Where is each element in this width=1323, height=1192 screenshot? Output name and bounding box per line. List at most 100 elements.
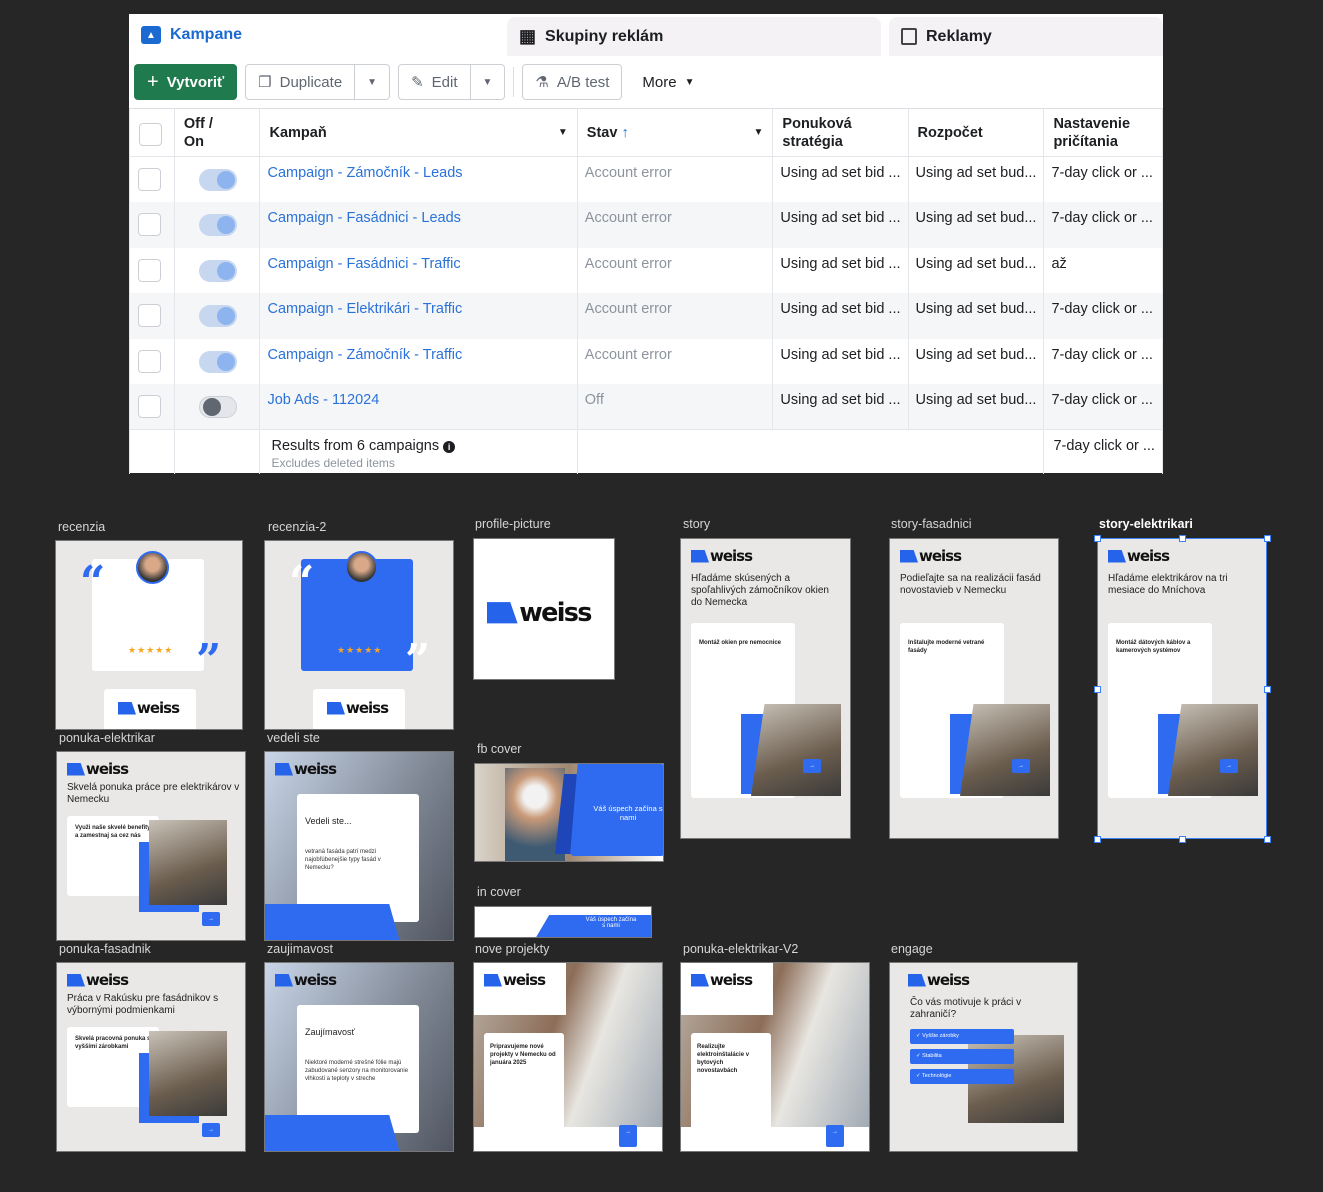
frame-label[interactable]: story-fasadnici	[891, 517, 972, 531]
more-button[interactable]: More ▼	[630, 64, 707, 100]
frame-label[interactable]: recenzia	[58, 520, 105, 534]
footer-summary: Results from 6 campaigns i Excludes delet…	[259, 429, 578, 474]
table-row[interactable]: Campaign - Zámočník - Leads Account erro…	[129, 156, 1163, 202]
campaign-name-link[interactable]: Campaign - Zámočník - Leads	[267, 165, 462, 181]
weiss-logo: weiss	[908, 971, 970, 989]
frame-label[interactable]: vedeli ste	[267, 731, 320, 745]
frame-ponuka-fasadnik[interactable]: weiss Práca v Rakúsku pre fasádnikov s vý…	[56, 962, 246, 1152]
frame-nove-projekty[interactable]: weiss Pripravujeme nové projekty v Nemec…	[473, 962, 663, 1152]
edit-button[interactable]: ✎ Edit	[398, 64, 471, 100]
frame-label[interactable]: zaujimavost	[267, 942, 333, 956]
ab-test-label: A/B test	[556, 73, 610, 91]
resize-handle[interactable]	[1094, 535, 1101, 542]
edit-split-button: ✎ Edit ▼	[398, 64, 506, 100]
campaign-name-link[interactable]: Campaign - Zámočník - Traffic	[267, 347, 462, 363]
frame-story[interactable]: weiss Hľadáme skúsených a spoľahlivých zá…	[680, 538, 851, 839]
campaign-name-link[interactable]: Job Ads - 112024	[267, 392, 379, 408]
frame-ponuka-elektrikar[interactable]: weiss Skvelá ponuka práce pre elektrikáro…	[56, 751, 246, 941]
row-checkbox[interactable]	[138, 395, 161, 418]
row-checkbox[interactable]	[138, 349, 161, 373]
campaign-name-link[interactable]: Campaign - Fasádnici - Leads	[267, 210, 460, 226]
select-all-checkbox[interactable]	[139, 122, 162, 146]
campaign-toggle[interactable]	[198, 305, 237, 327]
bid-text: Using ad set bid ...	[780, 255, 901, 272]
frame-in-cover[interactable]: Váš úspech začína s nami	[474, 906, 652, 938]
status-cell: Account error	[576, 293, 774, 339]
frame-engage[interactable]: weiss Čo vás motivuje k práci v zahraničí…	[889, 962, 1078, 1152]
row-checkbox[interactable]	[138, 213, 161, 236]
toolbar: + Vytvoriť ❐ Duplicate ▼ ✎ Edit ▼ ⚗ A/B test…	[134, 64, 707, 100]
caret-down-icon[interactable]: ▼	[754, 124, 764, 142]
bid-header[interactable]: Ponuková stratégia	[772, 108, 909, 157]
frame-label[interactable]: ponuka-elektrikar-V2	[683, 942, 798, 956]
header-label: Stav	[586, 124, 618, 141]
create-button[interactable]: + Vytvoriť	[134, 64, 238, 100]
toggle-cell	[173, 202, 261, 248]
campaign-toggle[interactable]	[198, 259, 237, 282]
frame-label[interactable]: recenzia-2	[268, 520, 326, 534]
frame-label[interactable]: in cover	[477, 885, 521, 899]
frame-label[interactable]: ponuka-fasadnik	[59, 942, 151, 956]
resize-handle[interactable]	[1264, 836, 1271, 843]
resize-handle[interactable]	[1094, 685, 1101, 693]
resize-handle[interactable]	[1179, 535, 1186, 542]
attribution-text: 7-day click or ...	[1051, 346, 1153, 363]
caret-down-icon[interactable]: ▼	[558, 124, 568, 142]
attribution-text: 7-day click or ...	[1051, 392, 1153, 408]
row-checkbox[interactable]	[138, 258, 161, 282]
campaign-toggle[interactable]	[198, 350, 237, 373]
frame-label[interactable]: story-elektrikari	[1099, 517, 1193, 531]
row-checkbox[interactable]	[138, 168, 161, 191]
duplicate-button[interactable]: ❐ Duplicate	[245, 64, 356, 100]
frame-label[interactable]: profile-picture	[475, 517, 551, 531]
status-cell: Off	[576, 384, 774, 430]
resize-handle[interactable]	[1264, 535, 1271, 542]
budget-text: Using ad set bud...	[915, 165, 1037, 181]
campaign-name-link[interactable]: Campaign - Fasádnici - Traffic	[267, 256, 460, 272]
info-card: Pripravujeme nové projekty v Nemecku od …	[484, 1033, 564, 1131]
frame-story-elektrikari[interactable]: weiss Hľadáme elektrikárov na tri mesiace…	[1094, 535, 1271, 843]
ab-test-button[interactable]: ⚗ A/B test	[522, 64, 623, 100]
edit-dropdown[interactable]: ▼	[470, 64, 506, 100]
tab-reklamy[interactable]: Reklamy	[889, 17, 1163, 56]
resize-handle[interactable]	[1264, 685, 1271, 693]
ad-headline: Práca v Rakúsku pre fasádnikov s výborný…	[67, 993, 219, 1016]
option-label: Technológie	[922, 1073, 952, 1079]
duplicate-dropdown[interactable]: ▼	[355, 64, 391, 100]
frame-fb-cover[interactable]: Váš úspech začína s nami	[474, 763, 664, 862]
frame-vedeli-ste[interactable]: weiss Vedeli ste... vetraná fasáda patrí…	[264, 751, 454, 941]
attribution-text: 7-day click or ...	[1053, 438, 1155, 454]
table-row[interactable]: Campaign - Fasádnici - Traffic Account e…	[129, 247, 1163, 293]
frame-zaujimavost[interactable]: weiss Zaujímavosť Niektoré moderné streš…	[264, 962, 454, 1152]
frame-profile-picture[interactable]: weiss	[473, 538, 615, 680]
tab-kampane[interactable]: ▲ Kampane	[129, 14, 499, 56]
frame-recenzia[interactable]: “ ” ★★★★★ weiss	[55, 540, 243, 730]
row-checkbox[interactable]	[138, 304, 161, 327]
campaign-header[interactable]: Kampaň ▼	[259, 108, 578, 157]
campaign-name-link[interactable]: Campaign - Elektrikári - Traffic	[267, 301, 462, 317]
info-card-title: Realizujte elektroinštalácie v bytových …	[697, 1044, 750, 1074]
frame-recenzia-2[interactable]: “ ” ★★★★★ weiss	[264, 540, 454, 730]
frame-label[interactable]: fb cover	[477, 742, 521, 756]
tab-skupiny-reklam[interactable]: ▦ Skupiny reklám	[507, 17, 881, 56]
frame-label[interactable]: story	[683, 517, 710, 531]
campaign-toggle[interactable]	[198, 214, 237, 236]
table-row[interactable]: Job Ads - 112024 Off Using ad set bid ..…	[129, 384, 1163, 430]
budget-header[interactable]: Rozpočet	[907, 108, 1045, 157]
frame-label[interactable]: nove projekty	[475, 942, 549, 956]
resize-handle[interactable]	[1179, 836, 1186, 843]
resize-handle[interactable]	[1094, 836, 1101, 843]
status-text: Account error	[584, 346, 672, 363]
frame-label[interactable]: engage	[891, 942, 933, 956]
frame-label[interactable]: ponuka-elektrikar	[59, 731, 155, 745]
status-header[interactable]: Stav ↑ ▼	[576, 108, 774, 157]
attribution-header[interactable]: Nastavenie pričítania	[1043, 108, 1163, 157]
campaign-toggle[interactable]	[198, 396, 237, 418]
table-row[interactable]: Campaign - Elektrikári - Traffic Account…	[129, 293, 1163, 339]
table-row[interactable]: Campaign - Fasádnici - Leads Account err…	[129, 202, 1163, 248]
frame-story-fasadnici[interactable]: weiss Podieľajte sa na realizácii fasád n…	[889, 538, 1059, 839]
frame-ponuka-elektrikar-v2[interactable]: weiss Realizujte elektroinštalácie v byt…	[680, 962, 870, 1152]
table-row[interactable]: Campaign - Zámočník - Traffic Account er…	[129, 338, 1163, 384]
campaign-toggle[interactable]	[198, 169, 237, 191]
info-icon[interactable]: i	[443, 441, 456, 453]
